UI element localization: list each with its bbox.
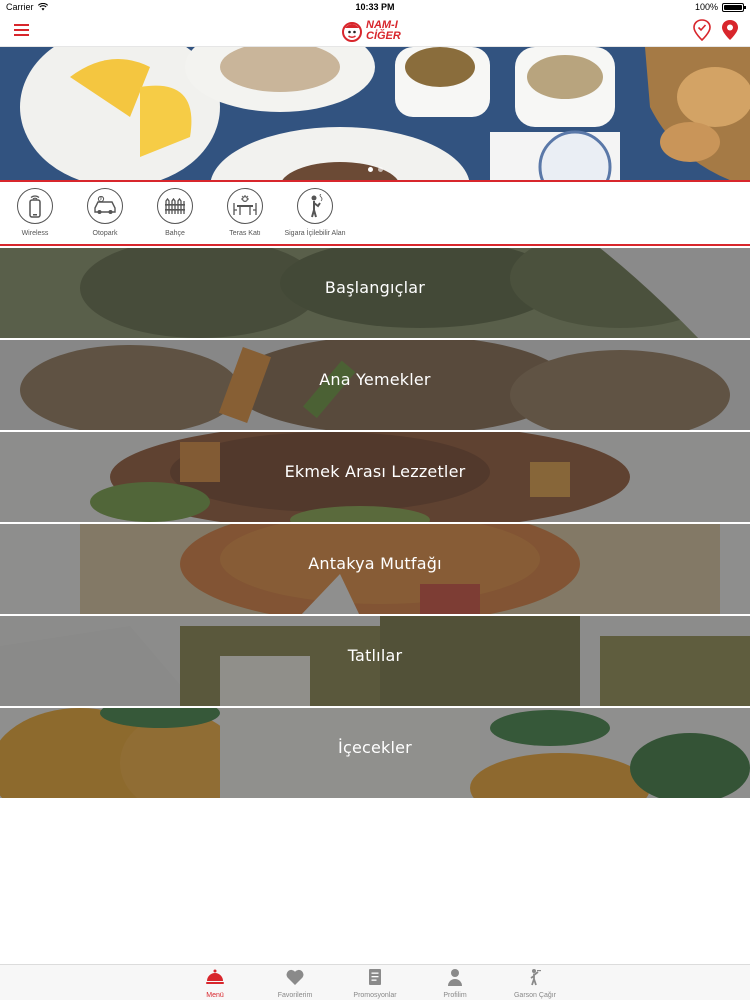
category-icecekler[interactable]: İçecekler (0, 708, 750, 800)
cloche-icon (206, 969, 224, 984)
amenity-terrace: Teras Katı (210, 188, 280, 237)
clock: 10:33 PM (355, 2, 395, 12)
tab-favorites[interactable]: Favorilerim (255, 965, 335, 1000)
carousel-dots (0, 167, 750, 172)
category-antakya-mutfagi[interactable]: Antakya Mutfağı (0, 524, 750, 616)
amenity-garden: Bahçe (140, 188, 210, 237)
map-pin-icon[interactable] (720, 19, 740, 41)
tab-promotions[interactable]: Promosyonlar (335, 965, 415, 1000)
amenity-label: Bahçe (165, 230, 185, 237)
garden-fence-icon (157, 188, 193, 224)
tab-menu[interactable]: Menü (175, 965, 255, 1000)
person-icon (448, 969, 462, 986)
tab-label: Garson Çağır (513, 992, 557, 999)
wireless-phone-icon (17, 188, 53, 224)
category-title: Ekmek Arası Lezzetler (284, 462, 466, 481)
category-baslangiclar[interactable]: Başlangıçlar (0, 248, 750, 340)
tab-label: Profilim (443, 992, 467, 999)
waiter-icon (530, 969, 541, 986)
amenity-label: Sigara İçilebilir Alan (284, 230, 346, 237)
battery-icon (722, 2, 746, 12)
tab-label: Favorilerim (277, 992, 313, 999)
status-bar: Carrier 10:33 PM 100% (0, 0, 750, 14)
logo-wordmark: NAM-I CİĞER (366, 20, 401, 42)
hamburger-menu-icon[interactable] (12, 20, 32, 40)
amenity-label: Otopark (92, 230, 118, 237)
bottom-tab-bar: Menü Favorilerim Promosyonlar Profilim G… (0, 964, 750, 1000)
battery-percent: 100% (694, 2, 718, 12)
smoking-area-icon (297, 188, 333, 224)
chef-mascot-icon (342, 22, 362, 42)
tab-profile[interactable]: Profilim (415, 965, 495, 1000)
category-ana-yemekler[interactable]: Ana Yemekler (0, 340, 750, 432)
category-title: Antakya Mutfağı (308, 554, 442, 573)
category-ekmek-arasi[interactable]: Ekmek Arası Lezzetler (0, 432, 750, 524)
nav-actions (692, 19, 740, 41)
nav-bar: NAM-I CİĞER (0, 14, 750, 47)
terrace-table-icon (227, 188, 263, 224)
category-title: Ana Yemekler (319, 370, 431, 389)
carousel-dot[interactable] (377, 167, 383, 172)
menu-categories: Başlangıçlar Ana Yemekler Ekmek Arası Le… (0, 248, 750, 800)
carousel-dot[interactable] (367, 167, 373, 172)
amenity-smoking: Sigara İçilebilir Alan (280, 188, 350, 237)
tab-label: Menü (206, 992, 224, 999)
document-icon (369, 969, 381, 985)
amenities-bar: Wireless P Otopark Bahçe Teras Katı Siga… (0, 180, 750, 246)
amenity-wireless: Wireless (0, 188, 70, 237)
category-title: İçecekler (338, 738, 412, 757)
tab-call-waiter[interactable]: Garson Çağır (495, 965, 575, 1000)
parking-car-icon: P (87, 188, 123, 224)
category-title: Tatlılar (347, 646, 403, 665)
category-title: Başlangıçlar (324, 278, 426, 297)
category-tatlilar[interactable]: Tatlılar (0, 616, 750, 708)
hero-food-photo (0, 47, 750, 180)
battery-group: 100% (694, 2, 746, 12)
amenity-label: Teras Katı (229, 230, 261, 237)
heart-icon (286, 969, 304, 985)
tab-label: Promosyonlar (353, 992, 397, 999)
location-check-icon[interactable] (692, 19, 712, 41)
hero-carousel[interactable] (0, 47, 750, 180)
amenity-label: Wireless (21, 230, 49, 237)
brand-logo: NAM-I CİĞER (340, 17, 412, 45)
logo-line-2: CİĞER (366, 30, 401, 42)
amenity-parking: P Otopark (70, 188, 140, 237)
